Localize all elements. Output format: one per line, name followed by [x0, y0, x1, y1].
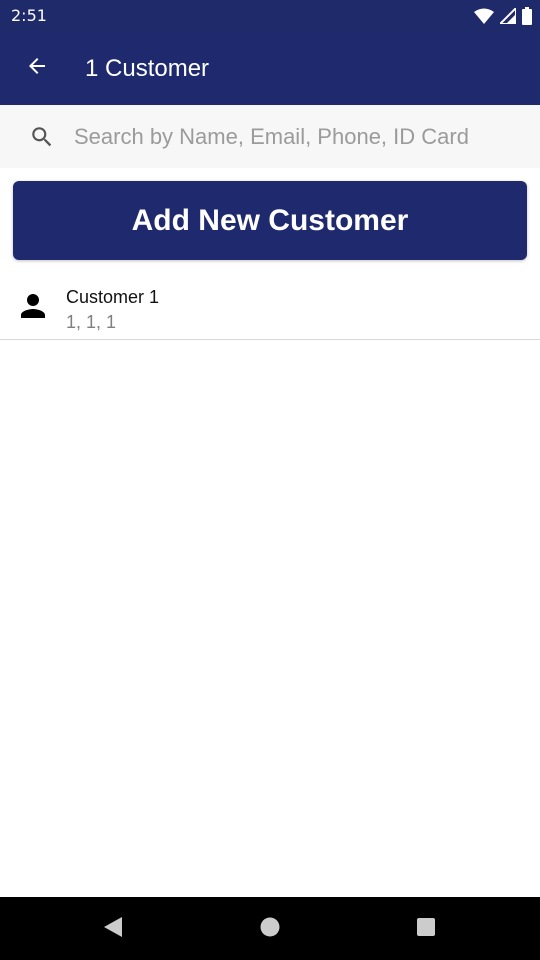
add-new-customer-button[interactable]: Add New Customer [13, 181, 527, 260]
search-input[interactable] [74, 119, 524, 155]
list-item[interactable]: Customer 1 1, 1, 1 [0, 260, 540, 340]
search-bar [0, 105, 540, 168]
nav-back-button[interactable] [91, 907, 135, 951]
back-button[interactable] [14, 45, 60, 91]
person-icon [15, 288, 51, 324]
status-bar: 2:51 [0, 0, 540, 33]
wifi-icon [474, 8, 494, 24]
signal-icon [500, 8, 516, 24]
customer-list: Customer 1 1, 1, 1 [0, 260, 540, 340]
customer-name: Customer 1 [66, 287, 160, 307]
status-time: 2:51 [11, 6, 47, 25]
battery-icon [522, 7, 532, 25]
page-title: 1 Customer [85, 55, 210, 82]
search-icon [29, 124, 55, 150]
status-icons [474, 6, 532, 26]
app-bar: 1 Customer [0, 33, 540, 105]
nav-recents-button[interactable] [404, 907, 448, 951]
system-nav-bar [0, 897, 540, 960]
recents-square-icon [415, 916, 437, 942]
arrow-left-icon [25, 54, 49, 82]
home-circle-icon [259, 916, 281, 942]
back-triangle-icon [102, 916, 124, 942]
customer-details: 1, 1, 1 [66, 312, 117, 332]
nav-home-button[interactable] [248, 907, 292, 951]
